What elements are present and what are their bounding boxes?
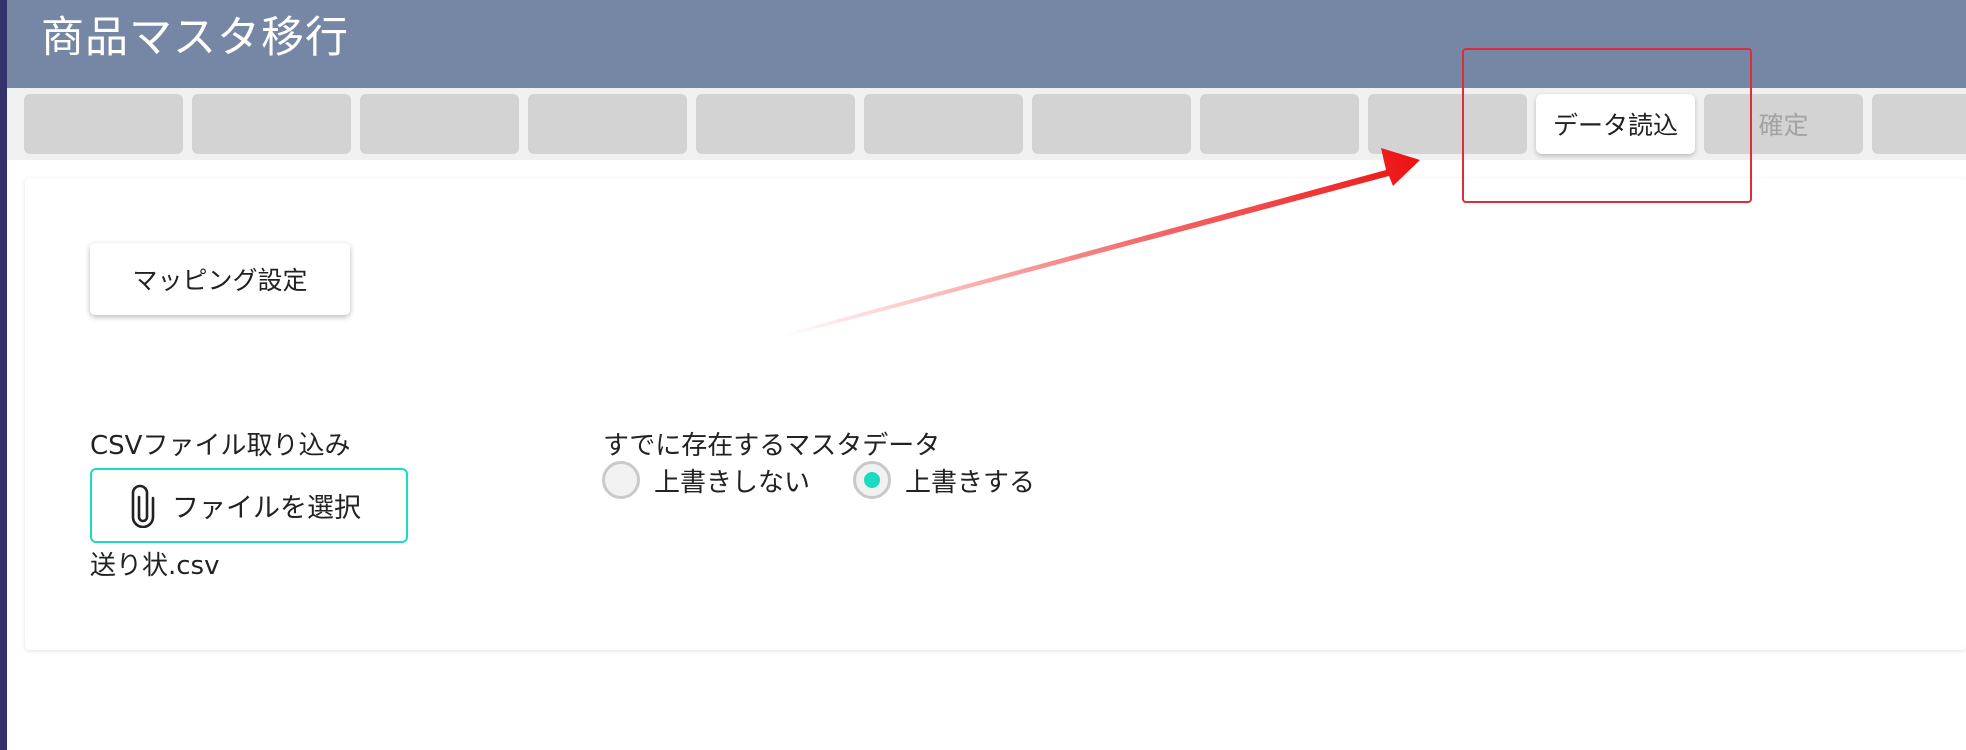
toolbar-button-9[interactable] <box>1368 94 1527 154</box>
existing-master-label: すでに存在するマスタデータ <box>603 431 941 461</box>
paperclip-icon <box>130 484 156 528</box>
toolbar-button-5[interactable] <box>696 94 855 154</box>
left-edge-strip <box>0 0 7 750</box>
radio-no-overwrite[interactable]: 上書きしない <box>602 461 810 499</box>
file-select-label: ファイルを選択 <box>172 493 361 524</box>
radio-circle-checked <box>853 461 891 499</box>
toolbar-button-6[interactable] <box>864 94 1023 154</box>
toolbar-button-7[interactable] <box>1032 94 1191 154</box>
page-title: 商品マスタ移行 <box>41 13 349 63</box>
toolbar-button-12[interactable] <box>1872 94 1966 154</box>
radio-overwrite[interactable]: 上書きする <box>853 461 1035 499</box>
radio-circle <box>602 461 640 499</box>
toolbar-button-3[interactable] <box>360 94 519 154</box>
csv-import-label: CSVファイル取り込み <box>90 431 351 461</box>
confirm-button[interactable]: 確定 <box>1704 94 1863 154</box>
mapping-settings-button[interactable]: マッピング設定 <box>90 243 350 315</box>
radio-label: 上書きしない <box>654 467 811 498</box>
file-select-button[interactable]: ファイルを選択 <box>90 468 408 543</box>
radio-label: 上書きする <box>905 467 1036 498</box>
toolbar-button-2[interactable] <box>192 94 351 154</box>
selected-file-name: 送り状.csv <box>90 551 220 581</box>
toolbar-button-1[interactable] <box>24 94 183 154</box>
toolbar-button-4[interactable] <box>528 94 687 154</box>
import-card: マッピング設定 CSVファイル取り込み ファイルを選択 送り状.csv すでに存… <box>25 178 1966 650</box>
toolbar-button-8[interactable] <box>1200 94 1359 154</box>
load-data-button[interactable]: データ読込 <box>1536 94 1695 154</box>
app-header: 商品マスタ移行 <box>7 0 1966 88</box>
toolbar: データ読込 確定 <box>7 88 1966 160</box>
